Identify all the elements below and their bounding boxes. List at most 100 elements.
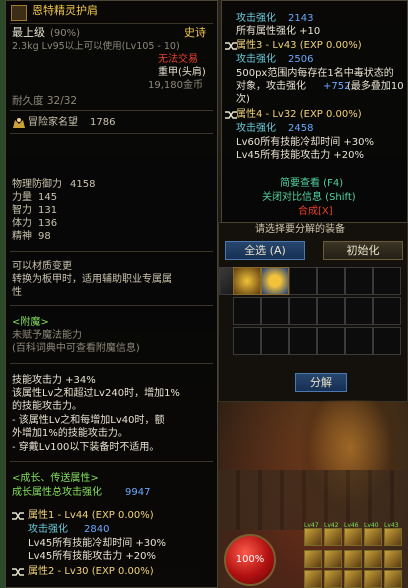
inventory-slot[interactable] — [345, 297, 373, 325]
effect-line: 该属性Lv之和超过Lv240时，增加1% — [12, 388, 180, 399]
attribute-effect: 500px范围内每存在1名中毒状态的 — [236, 68, 394, 79]
skill-level: Lv47 — [304, 522, 319, 529]
skill-slot[interactable] — [364, 570, 382, 588]
inventory-slot[interactable] — [289, 267, 317, 295]
divider — [10, 133, 213, 134]
attack-boost-label: 攻击强化 — [236, 123, 276, 134]
skill-bar: Lv47 Lv42 Lv46 Lv40 Lv43 — [284, 522, 408, 588]
material-note: 可以材质变更 — [12, 261, 72, 272]
attack-boost-value: 2840 — [84, 524, 110, 535]
skill-slot[interactable] — [344, 550, 362, 568]
inventory-slot[interactable] — [289, 297, 317, 325]
hp-orb: 100% — [224, 534, 276, 586]
shuffle-icon — [12, 568, 24, 576]
growth-total-label: 成长属性总攻击强化 — [12, 487, 102, 498]
disassembly-panel: 请选择要分解的装备 全选 (A) 初始化 分解 — [218, 222, 408, 402]
inventory-slot[interactable] — [233, 267, 261, 295]
attack-boost-label: 攻击强化 — [236, 13, 276, 24]
attribute-effect: 次) — [236, 94, 250, 105]
fame-icon — [13, 118, 25, 128]
attack-boost-value: 2143 — [288, 13, 314, 24]
inventory-slot[interactable] — [317, 267, 345, 295]
skill-level: Lv42 — [324, 522, 339, 529]
attribute-effect: 所有属性强化 +10 — [236, 26, 321, 37]
material-note: 性 — [12, 287, 22, 298]
attack-boost-value: 2506 — [288, 54, 314, 65]
stat-value: 131 — [38, 205, 58, 216]
inventory-slot[interactable] — [289, 327, 317, 355]
stat-value: 98 — [38, 231, 51, 242]
effect-line: - 穿戴Lv100以下装备时不适用。 — [12, 442, 160, 453]
attribute-effect: 对象，攻击强化 — [236, 81, 306, 92]
inventory-slot[interactable] — [317, 327, 345, 355]
divider — [10, 461, 213, 462]
skill-slot[interactable] — [324, 570, 342, 588]
stat-label: 智力 — [12, 205, 32, 216]
durability: 耐久度 32/32 — [12, 95, 78, 107]
enchant-status: 未赋予魔法能力 — [12, 330, 82, 341]
material-note: 转换为板甲时，适用辅助职业专属属 — [12, 274, 172, 285]
divider — [10, 251, 213, 252]
disassemble-button[interactable]: 分解 — [295, 373, 347, 392]
inventory-slot[interactable] — [345, 267, 373, 295]
growth-attribute-title: 属性2 - Lv30 (EXP 0.00%) — [28, 566, 154, 577]
enchant-hint: (百科词典中可查看附魔信息) — [12, 343, 140, 354]
attribute-effect: (最多叠加10 — [347, 81, 404, 92]
synthesize-link[interactable]: 合成[X] — [298, 206, 333, 218]
skill-slot[interactable] — [344, 570, 362, 588]
rarity-label: 史诗 — [184, 26, 206, 39]
skill-slot[interactable] — [364, 550, 382, 568]
skill-slot[interactable] — [304, 550, 322, 568]
trade-status: 无法交易 — [158, 54, 198, 65]
effect-line: 外增加1%的技能攻击力。 — [12, 428, 128, 439]
growth-total-value: 9947 — [125, 487, 151, 498]
fame-label: 冒险家名望 — [28, 117, 78, 128]
effect-line: 技能攻击力 +34% — [12, 375, 96, 386]
close-compare-link[interactable]: 关闭对比信息 (Shift) — [262, 192, 356, 204]
inventory-slot[interactable] — [233, 327, 261, 355]
inventory-slot[interactable] — [261, 297, 289, 325]
item-icon — [11, 5, 27, 21]
stat-label: 体力 — [12, 218, 32, 229]
item-name: 恩特精灵护肩 — [32, 4, 98, 17]
skill-level: Lv46 — [344, 522, 359, 529]
inventory-slot[interactable] — [373, 327, 401, 355]
enchant-header: <附魔> — [12, 317, 49, 328]
attribute-effect: Lv45所有技能冷却时间 +30% — [28, 538, 166, 549]
inventory-slot[interactable] — [373, 297, 401, 325]
skill-slot[interactable] — [304, 570, 322, 588]
attack-boost-label: 攻击强化 — [28, 524, 68, 535]
inventory-slot[interactable] — [345, 327, 373, 355]
item-tooltip: 恩特精灵护肩 最上级 (90%) 史诗 2.3kg Lv95以上可以使用(Lv1… — [5, 0, 218, 588]
simple-view-link[interactable]: 简要查看 (F4) — [280, 178, 343, 190]
initialize-button[interactable]: 初始化 — [323, 241, 403, 260]
inventory-slot[interactable] — [373, 267, 401, 295]
select-all-button[interactable]: 全选 (A) — [225, 241, 305, 260]
inventory-slot[interactable] — [261, 327, 289, 355]
sell-price: 19,180金币 — [148, 80, 203, 91]
attribute-effect: Lv45所有技能攻击力 +20% — [28, 551, 156, 562]
shuffle-icon — [12, 512, 24, 520]
attack-boost-label: 攻击强化 — [236, 54, 276, 65]
skill-slot[interactable] — [384, 570, 402, 588]
growth-attribute-title: 属性4 - Lv32 (EXP 0.00%) — [236, 109, 362, 120]
attribute-effect: Lv60所有技能冷却时间 +30% — [236, 137, 374, 148]
inventory-slot[interactable] — [261, 267, 289, 295]
growth-attribute-title: 属性1 - Lv44 (EXP 0.00%) — [28, 510, 154, 521]
stat-label: 物理防御力 — [12, 179, 62, 190]
growth-attribute-title: 属性3 - Lv43 (EXP 0.00%) — [236, 40, 362, 51]
divider — [10, 23, 213, 24]
effect-line: 的技能攻击力。 — [12, 401, 82, 412]
stat-value: 145 — [38, 192, 58, 203]
divider — [10, 305, 213, 306]
skill-slot[interactable] — [384, 550, 402, 568]
compare-tooltip: 攻击强化 2143 所有属性强化 +10 属性3 - Lv43 (EXP 0.0… — [221, 0, 408, 223]
skill-slot[interactable] — [324, 550, 342, 568]
grade-percent: (90%) — [50, 28, 81, 39]
fame-value: 1786 — [90, 117, 116, 128]
skill-level: Lv43 — [384, 522, 399, 529]
inventory-slot[interactable] — [317, 297, 345, 325]
attribute-effect: Lv45所有技能攻击力 +20% — [236, 150, 364, 161]
stat-value: 4158 — [70, 179, 96, 190]
inventory-slot[interactable] — [233, 297, 261, 325]
